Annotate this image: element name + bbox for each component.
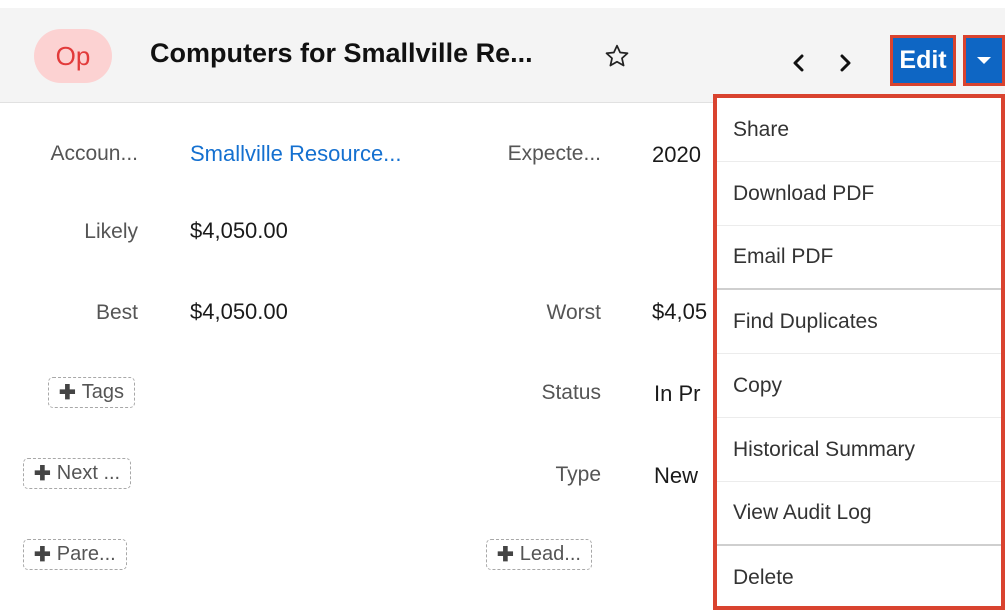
add-tags-label: Tags	[81, 381, 125, 403]
module-avatar: Op	[34, 29, 112, 83]
status-value[interactable]: In Pr	[654, 381, 700, 407]
chevron-left-icon[interactable]	[792, 54, 806, 72]
menu-item-email-pdf[interactable]: Email PDF	[717, 226, 1001, 290]
caret-down-icon	[977, 57, 991, 64]
menu-item-historical-summary[interactable]: Historical Summary	[717, 418, 1001, 482]
menu-item-find-duplicates[interactable]: Find Duplicates	[717, 290, 1001, 354]
worst-label: Worst	[546, 301, 601, 324]
menu-item-delete[interactable]: Delete	[717, 546, 1001, 610]
menu-item-view-audit-log[interactable]: View Audit Log	[717, 482, 1001, 546]
worst-value[interactable]: $4,05	[652, 299, 707, 325]
menu-item-share[interactable]: Share	[717, 98, 1001, 162]
menu-item-copy[interactable]: Copy	[717, 354, 1001, 418]
type-value[interactable]: New	[654, 463, 698, 489]
actions-dropdown-button[interactable]	[963, 35, 1005, 86]
add-lead-source-button[interactable]: ✚ Lead...	[486, 539, 592, 570]
add-next-step-label: Next ...	[56, 462, 121, 484]
add-tags-button[interactable]: ✚ Tags	[48, 377, 136, 408]
menu-item-download-pdf[interactable]: Download PDF	[717, 162, 1001, 226]
best-label: Best	[95, 301, 138, 324]
add-next-step-button[interactable]: ✚ Next ...	[23, 458, 132, 489]
chevron-right-icon[interactable]	[838, 54, 852, 72]
edit-button[interactable]: Edit	[890, 35, 956, 86]
actions-dropdown-menu: Share Download PDF Email PDF Find Duplic…	[713, 94, 1005, 610]
favorite-star-icon[interactable]	[604, 43, 630, 69]
expected-close-label: Expecte...	[507, 142, 601, 165]
expected-close-value[interactable]: 2020	[652, 142, 701, 168]
add-lead-source-label: Lead...	[519, 543, 581, 565]
status-label: Status	[541, 381, 601, 404]
plus-icon: ✚	[497, 544, 514, 566]
plus-icon: ✚	[59, 382, 76, 404]
type-label: Type	[555, 463, 601, 486]
likely-label: Likely	[84, 220, 138, 243]
best-value[interactable]: $4,050.00	[190, 299, 288, 325]
account-label: Accoun...	[50, 142, 138, 165]
plus-icon: ✚	[34, 544, 51, 566]
add-parent-label: Pare...	[56, 543, 116, 565]
record-header: Op Computers for Smallville Re... Edit	[0, 8, 1005, 103]
account-link[interactable]: Smallville Resource...	[190, 141, 402, 167]
add-parent-button[interactable]: ✚ Pare...	[23, 539, 127, 570]
likely-value[interactable]: $4,050.00	[190, 218, 288, 244]
plus-icon: ✚	[34, 463, 51, 485]
record-title[interactable]: Computers for Smallville Re...	[150, 38, 533, 69]
